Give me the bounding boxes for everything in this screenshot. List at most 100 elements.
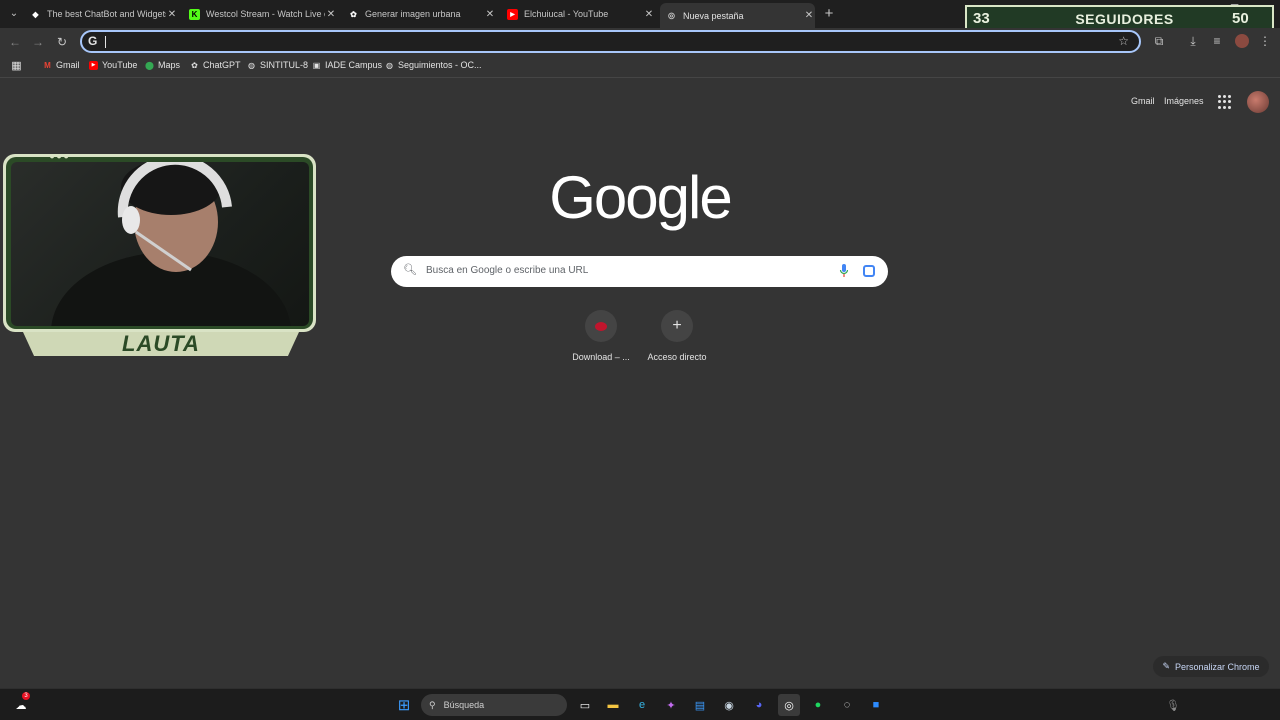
search-icon: 🔍︎ <box>403 264 417 276</box>
bookmark-label: Gmail <box>56 60 80 70</box>
chrome-icon: ◎ <box>668 11 675 20</box>
tab-chatgpt[interactable]: ✿ Generar imagen urbana ✕ <box>348 3 496 25</box>
google-logo: Google <box>549 164 732 231</box>
google-g-icon: G <box>88 34 98 48</box>
customize-chrome-button[interactable]: ✎ Personalizar Chrome <box>1153 656 1269 677</box>
copilot-icon[interactable]: ✦ <box>662 696 680 714</box>
notification-badge: 3 <box>22 692 30 700</box>
search-icon: ⚲ <box>429 699 436 710</box>
close-icon[interactable]: ✕ <box>325 9 337 20</box>
new-tab-plus-icon[interactable]: + <box>821 6 837 22</box>
apps-grid-icon[interactable]: ▦ <box>11 60 26 72</box>
taskbar-search-label: Búsqueda <box>443 700 485 710</box>
bookmark-sintitul[interactable]: ◍ SINTITUL-8 <box>247 60 308 70</box>
followers-current: 33 <box>973 10 990 27</box>
profile-avatar-icon[interactable] <box>1234 33 1250 49</box>
shortcut-label: Download – ... <box>572 352 630 362</box>
plus-icon: + <box>661 310 693 342</box>
windows-start-icon[interactable]: ⊞ <box>395 696 413 714</box>
account-avatar[interactable] <box>1247 91 1269 113</box>
youtube-icon: ▶ <box>89 60 98 70</box>
chatgpt-icon: ✿ <box>191 60 198 70</box>
chrome-icon[interactable]: ◎ <box>778 694 800 716</box>
streamer-name-plate: LAUTA <box>23 332 299 356</box>
maps-icon: ⬤ <box>145 60 154 70</box>
shortcut-label: Acceso directo <box>647 352 707 362</box>
globe-icon: ◍ <box>386 60 393 70</box>
close-icon[interactable]: ✕ <box>166 9 178 20</box>
google-lens-icon[interactable] <box>863 265 875 277</box>
bookmark-iade-campus[interactable]: ▣ IADE Campus <box>312 60 382 70</box>
task-view-icon[interactable]: ▭ <box>576 696 594 714</box>
extensions-puzzle-icon[interactable]: ⧉ <box>1151 33 1167 49</box>
pencil-icon: ✎ <box>1162 661 1170 671</box>
google-apps-icon[interactable] <box>1218 95 1232 109</box>
tab-new-tab[interactable]: ◎ Nueva pestaña ✕ <box>660 3 815 28</box>
bookmark-label: Seguimientos - OC... <box>398 60 482 70</box>
steam-icon[interactable]: ◉ <box>720 696 738 714</box>
campus-icon: ▣ <box>312 60 321 70</box>
images-link[interactable]: Imágenes <box>1164 96 1204 106</box>
bookmark-youtube[interactable]: ▶ YouTube <box>89 60 137 70</box>
followers-label: SEGUIDORES <box>1075 10 1174 27</box>
close-icon[interactable]: ✕ <box>643 9 655 20</box>
bookmark-star-icon[interactable]: ☆ <box>1118 34 1129 48</box>
bookmark-label: ChatGPT <box>203 60 241 70</box>
tab-kick[interactable]: K Westcol Stream - Watch Live on ✕ <box>189 3 337 25</box>
spotify-icon[interactable]: ● <box>809 696 827 714</box>
kick-icon: K <box>189 8 200 20</box>
shortcut-add[interactable]: + Acceso directo <box>642 310 712 362</box>
file-explorer-icon[interactable]: ▬ <box>604 696 622 714</box>
tab-search-chevron-icon[interactable]: ⌄ <box>6 6 22 22</box>
youtube-icon: ▶ <box>507 8 518 20</box>
download-icon[interactable]: ⤓ <box>1185 33 1201 49</box>
bookmarks-bar: ▦ M Gmail ▶ YouTube ⬤ Maps ✿ ChatGPT ◍ S… <box>0 56 1280 78</box>
browser-toolbar: ← → ↻ G ☆ <box>0 28 1280 56</box>
discord-icon[interactable]: ◕ <box>750 696 768 714</box>
shortcut-download[interactable]: Download – ... <box>566 310 636 362</box>
tab-title: Elchuiucal - YouTube <box>524 9 609 19</box>
bookmark-label: Maps <box>158 60 181 70</box>
tab-title: Nueva pestaña <box>683 10 744 21</box>
close-icon[interactable]: ✕ <box>803 10 815 21</box>
taskbar-search[interactable]: ⚲ Búsqueda <box>421 694 567 716</box>
back-arrow-icon[interactable]: ← <box>6 33 24 51</box>
chatbot-icon: ◆ <box>32 9 39 19</box>
bookmark-maps[interactable]: ⬤ Maps <box>145 60 180 70</box>
bookmark-gmail[interactable]: M Gmail <box>43 60 80 70</box>
windows-taskbar: ☁ 3 ⊞ ⚲ Búsqueda ▭ ▬ e ✦ ▤ ◉ ◕ ◎ ● ◌ ■ 🎙… <box>0 688 1280 720</box>
chatgpt-icon: ✿ <box>350 9 357 19</box>
tab-title: The best ChatBot and Widgets <box>47 9 166 19</box>
streamer-silhouette <box>51 162 291 326</box>
tab-chatbot[interactable]: ◆ The best ChatBot and Widgets ✕ <box>30 3 178 25</box>
media-controls-icon[interactable]: ≡ <box>1209 33 1225 49</box>
bookmark-label: YouTube <box>102 60 138 70</box>
webcam-overlay: ●●● ●●● LAUTA <box>3 151 316 356</box>
reload-icon[interactable]: ↻ <box>53 33 71 51</box>
decor-dots: ●●● <box>49 151 71 162</box>
tab-youtube[interactable]: ▶ Elchuiucal - YouTube ✕ <box>507 3 655 25</box>
text-caret <box>105 36 106 48</box>
followers-goal: 50 <box>1232 10 1249 27</box>
streamer-name: LAUTA <box>122 331 200 356</box>
store-icon[interactable]: ▤ <box>691 696 709 714</box>
microphone-icon[interactable] <box>839 263 849 279</box>
tab-title: Westcol Stream - Watch Live on <box>206 9 325 19</box>
bookmark-seguimientos[interactable]: ◍ Seguimientos - OC... <box>385 60 482 70</box>
address-bar[interactable]: G ☆ <box>80 30 1141 53</box>
search-placeholder: Busca en Google o escribe una URL <box>426 265 589 276</box>
app-icon[interactable]: ◌ <box>838 696 856 714</box>
tab-title: Generar imagen urbana <box>365 9 461 19</box>
close-icon[interactable]: ✕ <box>484 9 496 20</box>
gmail-icon: M <box>44 60 51 70</box>
download-site-icon <box>585 310 617 342</box>
edge-icon[interactable]: e <box>633 696 651 714</box>
gmail-link[interactable]: Gmail <box>1131 96 1155 106</box>
google-search-box[interactable]: 🔍︎ Busca en Google o escribe una URL <box>391 256 888 287</box>
microphone-icon[interactable]: 🎙︎ <box>1164 696 1182 714</box>
globe-icon: ◍ <box>248 60 255 70</box>
bookmark-chatgpt[interactable]: ✿ ChatGPT <box>190 60 241 70</box>
forward-arrow-icon[interactable]: → <box>29 33 47 51</box>
kebab-menu-icon[interactable]: ⋮ <box>1257 33 1273 49</box>
zoom-icon[interactable]: ■ <box>867 696 885 714</box>
